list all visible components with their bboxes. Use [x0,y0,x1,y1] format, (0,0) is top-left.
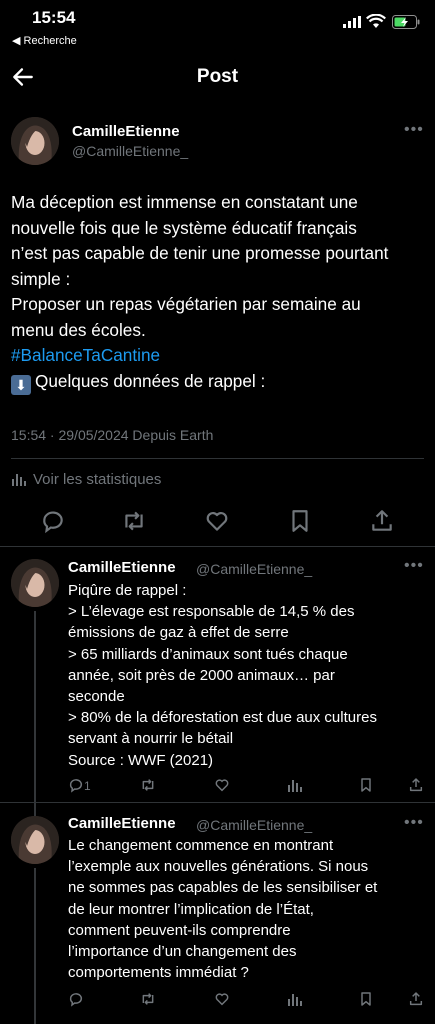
reply-line: année, soit près de 2000 animaux… par [68,666,335,684]
reply-icon[interactable] [40,508,66,534]
reply-author-handle[interactable]: @CamilleEtienne_ [196,561,312,577]
share-icon[interactable] [369,508,395,534]
reply-avatar[interactable] [11,816,59,864]
divider [11,458,424,459]
stats-label: Voir les statistiques [33,471,162,488]
reply-line: > L’élevage est responsable de 14,5 % de… [68,603,355,621]
reply-line: comportements immédiat ? [68,964,249,982]
hashtag-link[interactable]: #BalanceTaCantine [11,343,423,369]
divider [0,546,435,547]
repost-icon[interactable] [140,991,156,1007]
bookmark-icon[interactable] [358,991,374,1007]
repost-icon[interactable] [121,508,147,534]
reply-count: 1 [84,779,91,793]
post-line: menu des écoles. [11,319,146,340]
reply-author-name[interactable]: CamilleEtienne [68,559,176,576]
thread-line [34,611,36,823]
reply-line: Le changement commence en montrant [68,837,334,854]
reply-button[interactable]: 1 [68,777,91,795]
author-name[interactable]: CamilleEtienne [72,123,180,140]
author-handle[interactable]: @CamilleEtienne_ [72,143,188,159]
reply-line: émissions de gaz à effet de serre [68,624,289,642]
share-icon[interactable] [408,991,424,1007]
share-icon[interactable] [408,777,424,793]
views-icon[interactable] [287,777,303,793]
divider [0,802,435,803]
reply-line: > 80% de la déforestation est due aux cu… [68,709,377,727]
post-text: Ma déception est immense en constatant u… [11,190,423,395]
post-line: simple : [11,268,71,289]
more-options-icon[interactable]: ••• [404,557,424,575]
back-to-search-link[interactable]: ◀ Recherche [12,34,77,47]
cellular-signal-icon [343,16,361,28]
post-line: nouvelle fois que le système éducatif fr… [11,217,357,238]
bookmark-icon[interactable] [358,777,374,793]
reply-line: l’exemple aux nouvelles générations. Si … [68,858,369,876]
reply-line: Source : WWF (2021) [68,751,214,769]
post-last-line: Quelques données de rappel : [35,370,266,391]
bookmark-icon[interactable] [287,508,313,534]
reply-author-handle[interactable]: @CamilleEtienne_ [196,817,312,833]
view-stats-link[interactable]: Voir les statistiques [11,471,161,488]
reply-line: seconde [68,688,125,706]
reply-author-name[interactable]: CamilleEtienne [68,815,176,832]
reply-line: comment peuvent-ils comprendre [68,921,291,939]
post-timestamp: 15:54 · 29/05/2024 Depuis Earth [11,427,214,443]
reply-text: Piqûre de rappel : > L’élevage est respo… [68,580,428,771]
status-time: 15:54 [32,8,76,27]
more-options-icon[interactable]: ••• [404,814,424,832]
repost-icon[interactable] [140,777,156,793]
post-line: ⬇ Quelques données de rappel : [11,369,423,395]
more-options-icon[interactable]: ••• [404,121,424,139]
reply-text: Le changement commence en montrant l’exe… [68,835,428,983]
reply-line: de leur montrer l’implication de l’État, [68,900,314,918]
reply-line: Piqûre de rappel : [68,582,187,599]
post-line: Proposer un repas végétarien par semaine… [11,294,361,314]
like-heart-icon[interactable] [214,991,230,1007]
reply-line: ne sommes pas capables de les sensibilis… [68,879,378,897]
views-icon[interactable] [287,991,303,1007]
like-heart-icon[interactable] [204,508,230,534]
author-avatar[interactable] [11,117,59,165]
reply-line: l’importance d’un changement des [68,943,297,961]
post-line: n’est pas capable de tenir une promesse … [11,243,389,263]
page-title: Post [196,66,239,87]
wifi-icon [366,14,386,28]
reply-icon[interactable] [68,991,84,1007]
battery-charging-icon [392,15,420,29]
like-heart-icon[interactable] [214,777,230,793]
reply-avatar[interactable] [11,559,59,607]
thread-line [34,868,36,1024]
reply-line: > 65 milliards d’animaux sont tués chaqu… [68,645,348,663]
reply-icon [69,779,83,793]
reply-line: servant à nourrir le bétail [68,730,234,748]
stats-icon [12,474,26,486]
down-arrow-emoji-icon: ⬇ [11,374,31,395]
post-line: Ma déception est immense en constatant u… [11,192,358,212]
